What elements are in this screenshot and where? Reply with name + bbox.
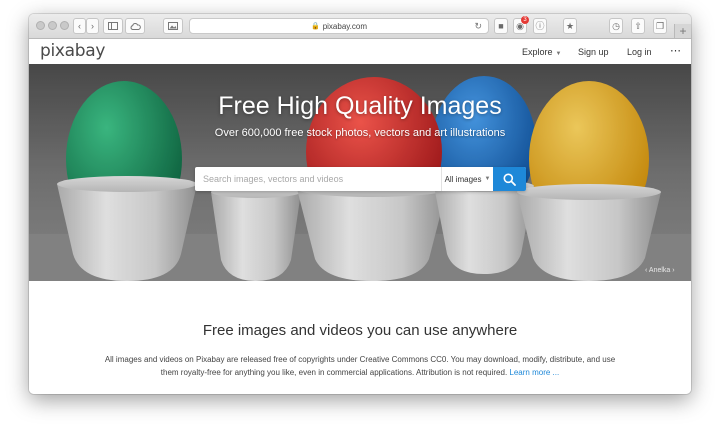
image-icon (168, 22, 178, 30)
zoom-window-button[interactable] (60, 21, 69, 30)
caret-down-icon: ▼ (484, 176, 491, 182)
minimize-window-button[interactable] (48, 21, 57, 30)
notification-badge: 3 (521, 16, 529, 24)
intro-heading: Free images and videos you can use anywh… (202, 322, 518, 339)
info-icon: ⓘ (535, 20, 545, 31)
hero-title: Free High Quality Images (218, 92, 502, 120)
address-bar[interactable]: 🔒 pixabay.com ↻ (189, 18, 489, 34)
explore-menu[interactable]: Explore ▼ (522, 47, 561, 57)
learn-more-link[interactable]: Learn more ... (509, 368, 559, 377)
url-text: pixabay.com (322, 21, 368, 31)
media-type-label: All images (444, 174, 482, 184)
search-icon (503, 173, 516, 186)
extension-button-3[interactable]: ★ (563, 18, 577, 34)
clock-icon: ◷ (612, 20, 620, 31)
chevron-right-icon: › (91, 20, 94, 31)
browser-toolbar: ‹ › 🔒 pixabay.com ↻ ■ ◉ 3 ⓘ ★ ◷ ⇧ ❐ (29, 14, 691, 39)
share-icon: ⇧ (634, 20, 642, 31)
caret-down-icon: ▼ (555, 51, 562, 57)
share-button[interactable]: ⇧ (631, 18, 645, 34)
log-in-link[interactable]: Log in (627, 47, 652, 57)
intro-section: Free images and videos you can use anywh… (29, 281, 691, 394)
sign-up-link[interactable]: Sign up (578, 47, 609, 57)
reload-icon[interactable]: ↻ (474, 21, 482, 32)
screenshot-button[interactable] (163, 18, 183, 34)
browser-window: ‹ › 🔒 pixabay.com ↻ ■ ◉ 3 ⓘ ★ ◷ ⇧ ❐ pixa… (29, 14, 691, 394)
chevron-left-icon[interactable]: ‹ (645, 267, 647, 274)
photo-credit[interactable]: ‹ Anelka › (645, 267, 675, 274)
close-window-button[interactable] (36, 21, 45, 30)
search-input[interactable] (195, 167, 441, 191)
star-icon: ★ (565, 20, 575, 31)
back-button[interactable]: ‹ (73, 18, 86, 34)
hero-banner: Free High Quality Images Over 600,000 fr… (29, 64, 691, 281)
puzzle-icon: ■ (498, 20, 504, 31)
lock-icon: 🔒 (310, 23, 320, 30)
pixabay-logo[interactable]: pixabay (40, 41, 105, 61)
more-menu-icon[interactable]: ⋯ (670, 44, 681, 57)
cloud-icon (130, 22, 141, 30)
intro-paragraph: All images and videos on Pixabay are rel… (95, 353, 625, 379)
chevron-left-icon: ‹ (78, 20, 81, 31)
extension-button-2[interactable]: ⓘ (533, 18, 547, 34)
hero-subtitle: Over 600,000 free stock photos, vectors … (214, 127, 506, 139)
photo-credit-name[interactable]: Anelka (649, 267, 670, 274)
extension-button-1[interactable]: ■ (494, 18, 508, 34)
new-tab-button[interactable]: + (674, 24, 691, 38)
chevron-right-icon[interactable]: › (672, 267, 674, 274)
adblock-button[interactable]: ◉ 3 (513, 16, 529, 34)
downloads-button[interactable]: ◷ (609, 18, 623, 34)
forward-button[interactable]: › (86, 18, 99, 34)
sidebar-icon (108, 22, 118, 30)
show-tabs-button[interactable]: ❐ (653, 18, 667, 34)
media-type-dropdown[interactable]: All images ▼ (441, 167, 493, 191)
explore-label: Explore (522, 47, 553, 57)
sidebar-button[interactable] (103, 18, 123, 34)
site-header: pixabay Explore ▼ Sign up Log in ⋯ (29, 39, 691, 65)
plus-icon: + (679, 24, 687, 38)
tabs-icon: ❐ (655, 20, 665, 31)
search-bar: All images▼ (195, 167, 526, 191)
icloud-tabs-button[interactable] (125, 18, 145, 34)
search-button[interactable] (493, 167, 526, 191)
